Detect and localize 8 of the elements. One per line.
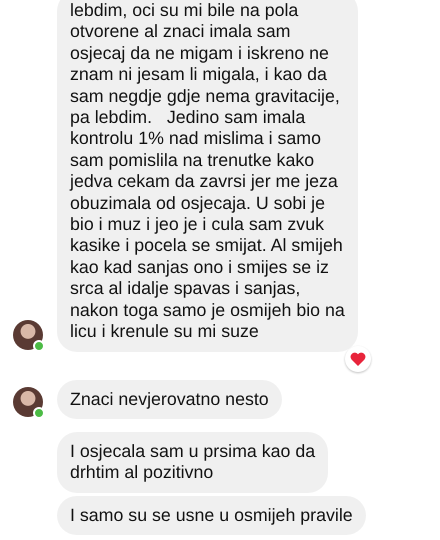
message-bubble[interactable]: I osjecala sam u prsima kao da drhtim al pozitivno (57, 432, 328, 493)
avatar[interactable] (13, 320, 43, 350)
avatar[interactable] (13, 386, 43, 417)
heart-icon (350, 352, 366, 366)
heart-reaction[interactable] (345, 346, 371, 372)
message-bubble[interactable]: Znaci nevjerovatno nesto (57, 380, 282, 419)
message-bubble[interactable]: I samo su se usne u osmijeh pravile (57, 496, 366, 536)
message-bubble[interactable]: lebdim, oci su mi bile na pola otvorene al znaci imala sam osjecaj da ne migam i iskreno ne znam ni jesam li migala, i kao da sam negdje gdje nema gravitacije, pa lebdim. Jedino sam imala kontrolu 1% nad mislima i samo sam pomislila na trenutke kako jedva cekam da zavrsi jer me jeza obuzimala od osjecaja. U sobi je bio i muz i jeo je i cula sam zvuk kasike i pocela se smijat. Al smijeh kao kad sanjas ono i smijes se iz srca al idalje spavas i sanjas, nakon toga samo je osmijeh bio na licu i krenule su mi suze (57, 0, 358, 352)
